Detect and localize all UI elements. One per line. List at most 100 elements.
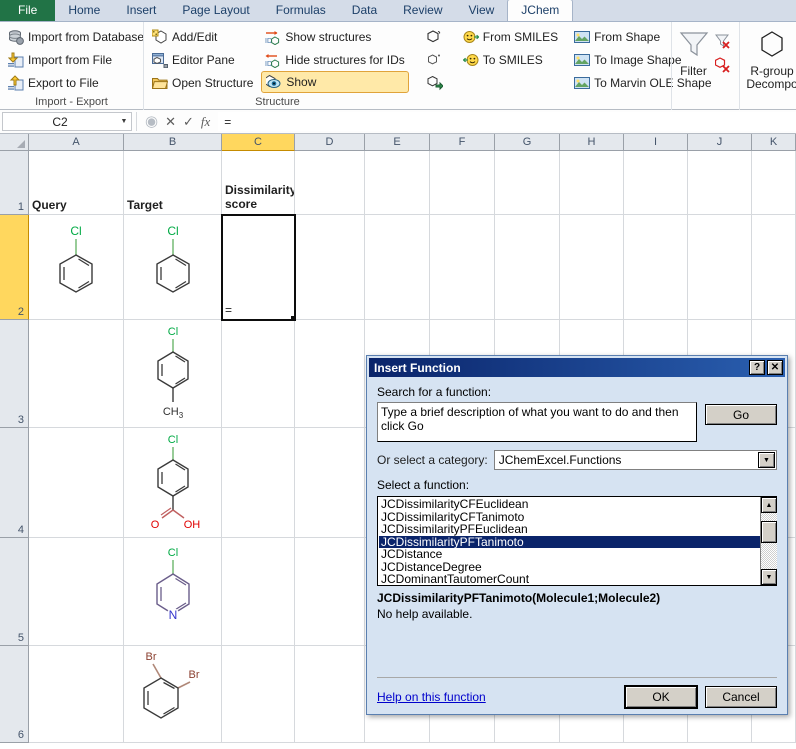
cell-I2[interactable]: [624, 215, 688, 320]
scrollbar-thumb[interactable]: [761, 521, 777, 543]
cell-D5[interactable]: [295, 538, 365, 646]
tab-insert[interactable]: Insert: [113, 0, 169, 21]
row-header-5[interactable]: 5: [0, 538, 29, 646]
column-header-f[interactable]: F: [430, 134, 495, 151]
cell-B2[interactable]: Cl: [124, 215, 222, 320]
structure-icon-1-button[interactable]: [423, 25, 447, 48]
cell-D2[interactable]: [295, 215, 365, 320]
chevron-down-icon[interactable]: ▼: [758, 452, 775, 468]
cell-B5[interactable]: Cl N: [124, 538, 222, 646]
tab-home[interactable]: Home: [55, 0, 113, 21]
cell-H2[interactable]: [560, 215, 624, 320]
cancel-button[interactable]: Cancel: [705, 686, 777, 708]
function-item-0[interactable]: JCDissimilarityCFEuclidean: [379, 498, 760, 511]
row-header-1[interactable]: 1: [0, 151, 29, 215]
confirm-formula-button[interactable]: ✓: [183, 115, 194, 128]
open-structure-button[interactable]: Open Structure: [148, 71, 257, 94]
cell-I1[interactable]: [624, 151, 688, 215]
column-header-g[interactable]: G: [495, 134, 560, 151]
row-header-3[interactable]: 3: [0, 320, 29, 428]
cell-B6[interactable]: Br Br: [124, 646, 222, 743]
tab-data[interactable]: Data: [339, 0, 390, 21]
column-header-j[interactable]: J: [688, 134, 752, 151]
column-header-i[interactable]: I: [624, 134, 688, 151]
cell-J1[interactable]: [688, 151, 752, 215]
cell-A1[interactable]: Query: [29, 151, 124, 215]
select-all-corner[interactable]: [0, 134, 29, 151]
formula-input[interactable]: [218, 112, 796, 131]
cell-C4[interactable]: [222, 428, 295, 538]
cell-A4[interactable]: [29, 428, 124, 538]
tab-view[interactable]: View: [456, 0, 508, 21]
cell-E2[interactable]: [365, 215, 430, 320]
function-list-scrollbar[interactable]: ▲ ▼: [760, 497, 777, 585]
import-from-file-button[interactable]: Import from File: [4, 48, 139, 71]
cell-A2[interactable]: Cl: [29, 215, 124, 320]
r-group-decomposition-button[interactable]: R-group Decompo: [744, 25, 796, 91]
function-item-6[interactable]: JCDominantTautomerCount: [379, 573, 760, 586]
cell-C6[interactable]: [222, 646, 295, 743]
cell-K1[interactable]: [752, 151, 796, 215]
name-box[interactable]: C2 ▼: [2, 112, 132, 131]
cell-A6[interactable]: [29, 646, 124, 743]
tab-file[interactable]: File: [0, 0, 55, 21]
cell-E1[interactable]: [365, 151, 430, 215]
cell-F1[interactable]: [430, 151, 495, 215]
search-input[interactable]: Type a brief description of what you wan…: [377, 402, 697, 442]
show-toggle-button[interactable]: Show: [261, 71, 408, 93]
column-header-h[interactable]: H: [560, 134, 624, 151]
insert-function-circle-icon[interactable]: ◉: [145, 114, 158, 129]
insert-function-button[interactable]: fx: [201, 115, 210, 128]
cell-D1[interactable]: [295, 151, 365, 215]
column-header-c[interactable]: C: [222, 134, 295, 151]
close-icon[interactable]: ✕: [767, 360, 783, 375]
import-from-database-button[interactable]: Import from Database: [4, 25, 139, 48]
row-header-6[interactable]: 6: [0, 646, 29, 743]
cell-B4[interactable]: Cl O OH: [124, 428, 222, 538]
help-on-this-function-link[interactable]: Help on this function: [377, 690, 617, 704]
cell-A3[interactable]: [29, 320, 124, 428]
function-item-2[interactable]: JCDissimilarityPFEuclidean: [379, 523, 760, 536]
dialog-titlebar[interactable]: Insert Function ? ✕: [369, 358, 785, 377]
cell-C1[interactable]: Dissimilarity score: [222, 151, 295, 215]
column-header-k[interactable]: K: [752, 134, 796, 151]
cancel-formula-button[interactable]: ✕: [165, 115, 176, 128]
add-edit-button[interactable]: Add/Edit: [148, 25, 257, 48]
tab-jchem[interactable]: JChem: [507, 0, 573, 21]
column-header-d[interactable]: D: [295, 134, 365, 151]
function-list[interactable]: JCDissimilarityCFEuclidean JCDissimilari…: [377, 496, 777, 586]
cell-G2[interactable]: [495, 215, 560, 320]
editor-pane-button[interactable]: Editor Pane: [148, 48, 257, 71]
to-smiles-button[interactable]: To SMILES: [459, 48, 562, 71]
filter-button[interactable]: Filter: [676, 25, 711, 78]
cell-C3[interactable]: [222, 320, 295, 428]
scroll-down-button[interactable]: ▼: [761, 569, 777, 585]
cell-B1[interactable]: Target: [124, 151, 222, 215]
cell-C2[interactable]: =: [222, 215, 295, 320]
row-header-2[interactable]: 2: [0, 215, 29, 320]
cell-G1[interactable]: [495, 151, 560, 215]
tab-page-layout[interactable]: Page Layout: [169, 0, 262, 21]
column-header-b[interactable]: B: [124, 134, 222, 151]
cell-J2[interactable]: [688, 215, 752, 320]
cell-A5[interactable]: [29, 538, 124, 646]
cell-D3[interactable]: [295, 320, 365, 428]
cell-K2[interactable]: [752, 215, 796, 320]
column-header-a[interactable]: A: [29, 134, 124, 151]
clear-structure-filter-button[interactable]: [711, 53, 735, 77]
ok-button[interactable]: OK: [625, 686, 697, 708]
from-smiles-button[interactable]: From SMILES: [459, 25, 562, 48]
function-item-4[interactable]: JCDistance: [379, 548, 760, 561]
category-select[interactable]: JChemExcel.Functions ▼: [494, 450, 777, 470]
structure-icon-3-button[interactable]: [423, 71, 447, 94]
tab-review[interactable]: Review: [390, 0, 455, 21]
export-to-file-button[interactable]: Export to File: [4, 71, 139, 94]
hide-structures-for-ids-button[interactable]: ID Hide structures for IDs: [261, 48, 408, 71]
cell-H1[interactable]: [560, 151, 624, 215]
cell-D4[interactable]: [295, 428, 365, 538]
cell-D6[interactable]: [295, 646, 365, 743]
structure-icon-2-button[interactable]: [423, 48, 447, 71]
chevron-down-icon[interactable]: ▼: [117, 118, 131, 125]
cell-B3[interactable]: Cl CH3: [124, 320, 222, 428]
scroll-up-button[interactable]: ▲: [761, 497, 777, 513]
